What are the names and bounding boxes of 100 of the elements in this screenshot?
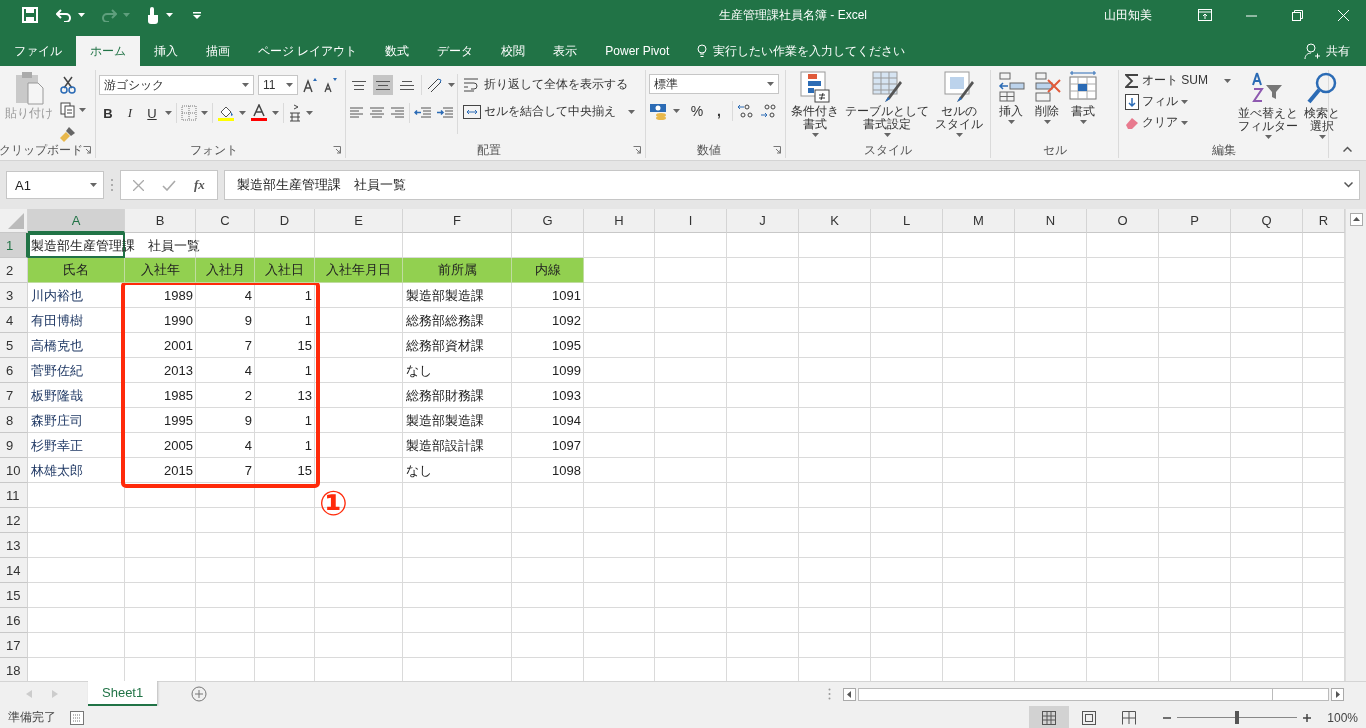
ribbon-tab[interactable]: 描画 <box>192 36 244 66</box>
row-header[interactable]: 14 <box>0 558 28 583</box>
undo-icon[interactable] <box>56 8 72 22</box>
increase-decimal-icon[interactable] <box>737 103 755 119</box>
new-sheet-icon[interactable] <box>191 686 208 702</box>
style-button[interactable]: セルの スタイル <box>933 70 985 142</box>
format-painter-icon[interactable] <box>60 126 76 142</box>
column-header[interactable]: O <box>1087 209 1159 233</box>
row-header[interactable]: 4 <box>0 308 28 333</box>
currency-icon[interactable] <box>649 102 669 120</box>
caret-icon[interactable] <box>1043 120 1051 124</box>
ribbon-tab[interactable]: 表示 <box>539 36 592 66</box>
caret-icon[interactable] <box>286 83 293 87</box>
caret-icon[interactable] <box>239 111 246 115</box>
row-header[interactable]: 7 <box>0 383 28 408</box>
column-header[interactable]: F <box>403 209 512 233</box>
ribbon-tab[interactable]: データ <box>423 36 488 66</box>
sort-filter-button[interactable]: 並べ替えと フィルター <box>1236 70 1300 142</box>
percent-button[interactable]: % <box>688 103 706 119</box>
caret-icon[interactable] <box>1264 135 1272 139</box>
font-name-field[interactable]: 游ゴシック <box>99 75 254 95</box>
macro-record-icon[interactable] <box>70 710 84 725</box>
caret-icon[interactable] <box>272 111 279 115</box>
phonetic-guide-icon[interactable] <box>288 104 302 122</box>
caret-icon[interactable] <box>767 82 774 86</box>
italic-button[interactable]: I <box>121 105 139 121</box>
underline-button[interactable]: U <box>143 105 161 121</box>
style-button[interactable]: 条件付き 書式 <box>789 70 841 142</box>
row-header[interactable]: 2 <box>0 258 28 283</box>
font-color-icon[interactable] <box>250 104 268 122</box>
column-header[interactable]: A <box>28 209 125 233</box>
row-header[interactable]: 17 <box>0 633 28 658</box>
sheet-tab[interactable]: Sheet1 <box>88 681 158 706</box>
insert-function-button[interactable]: fx <box>194 177 205 193</box>
caret-icon[interactable] <box>628 109 635 114</box>
caret-icon[interactable] <box>90 183 97 187</box>
row-header[interactable]: 9 <box>0 433 28 458</box>
column-header[interactable]: L <box>871 209 943 233</box>
caret-icon[interactable] <box>1181 99 1188 104</box>
caret-icon[interactable] <box>448 83 455 87</box>
comma-button[interactable]: , <box>710 103 728 119</box>
page-layout-view-icon[interactable] <box>1082 710 1097 725</box>
caret-icon[interactable] <box>1224 78 1231 83</box>
decrease-indent-icon[interactable] <box>414 106 432 120</box>
ribbon-tab[interactable]: Power Pivot <box>591 36 684 66</box>
merge-center-button[interactable]: セルを結合して中央揃え <box>460 101 638 122</box>
row-header[interactable]: 1 <box>0 233 28 258</box>
close-icon[interactable] <box>1337 9 1349 21</box>
clear-button[interactable]: クリア <box>1122 112 1234 133</box>
caret-icon[interactable] <box>673 109 680 113</box>
fill-button[interactable]: フィル <box>1122 91 1234 112</box>
caret-icon[interactable] <box>1079 120 1087 124</box>
caret-icon[interactable] <box>1181 120 1188 125</box>
dialog-launcher-icon[interactable] <box>773 146 781 154</box>
cells-button[interactable]: 書式 <box>1066 70 1100 142</box>
column-header[interactable]: K <box>799 209 871 233</box>
row-header[interactable]: 6 <box>0 358 28 383</box>
name-box[interactable]: A1 <box>6 171 104 199</box>
ribbon-display-icon[interactable] <box>1198 9 1212 21</box>
horizontal-scrollbar[interactable] <box>858 687 1329 701</box>
ribbon-tab[interactable]: ファイル <box>0 36 76 66</box>
column-header[interactable]: P <box>1159 209 1231 233</box>
caret-icon[interactable] <box>306 111 313 115</box>
column-header[interactable]: C <box>196 209 255 233</box>
expand-icon[interactable] <box>1344 182 1353 188</box>
restore-icon[interactable] <box>1291 9 1303 21</box>
caret-icon[interactable] <box>955 133 963 137</box>
scroll-right-icon[interactable] <box>1331 687 1344 701</box>
cells-button[interactable]: 削除 <box>1030 70 1064 142</box>
caret-icon[interactable] <box>165 111 172 115</box>
dialog-launcher-icon[interactable] <box>333 146 341 154</box>
number-format-field[interactable]: 標準 <box>649 74 779 94</box>
column-header[interactable]: I <box>655 209 727 233</box>
zoom-in-icon[interactable] <box>1303 713 1312 722</box>
caret-icon[interactable] <box>79 108 86 112</box>
ribbon-tab[interactable]: ページ レイアウト <box>244 36 372 66</box>
caret-icon[interactable] <box>242 83 249 87</box>
grow-font-icon[interactable] <box>302 77 318 93</box>
ribbon-tab[interactable]: 数式 <box>371 36 424 66</box>
row-header[interactable]: 3 <box>0 283 28 308</box>
scroll-up-icon[interactable] <box>1349 213 1363 226</box>
find-select-button[interactable]: 検索と 選択 <box>1302 70 1342 142</box>
column-header[interactable]: J <box>727 209 799 233</box>
fill-color-icon[interactable] <box>217 104 235 122</box>
row-header[interactable]: 10 <box>0 458 28 483</box>
formula-text[interactable]: 製造部生産管理課 社員一覧 <box>236 176 406 194</box>
bold-button[interactable]: B <box>99 105 117 121</box>
scroll-left-icon[interactable] <box>843 687 857 701</box>
font-size-field[interactable]: 11 <box>258 75 298 95</box>
wrap-text-button[interactable]: 折り返して全体を表示する <box>460 74 638 95</box>
caret-icon[interactable] <box>201 111 208 115</box>
cut-icon[interactable] <box>60 76 76 94</box>
customize-icon[interactable] <box>193 11 201 19</box>
ribbon-tab[interactable]: 校閲 <box>487 36 540 66</box>
page-break-view-icon[interactable] <box>1122 710 1137 725</box>
caret-icon[interactable] <box>166 13 173 17</box>
column-header[interactable]: R <box>1303 209 1345 233</box>
column-header[interactable]: H <box>584 209 655 233</box>
orientation-icon[interactable] <box>426 77 444 93</box>
share-button[interactable]: 共有 <box>1304 36 1350 66</box>
